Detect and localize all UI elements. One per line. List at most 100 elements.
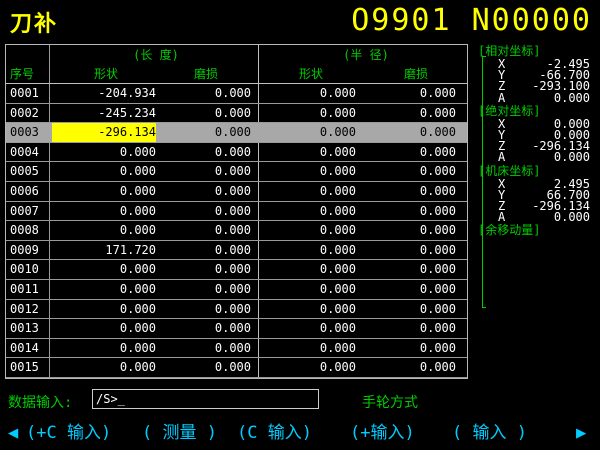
cell-wear-radius[interactable]: 0.000 xyxy=(356,280,456,299)
cell-shape[interactable]: -296.134 xyxy=(52,123,156,143)
cell-wear-radius[interactable]: 0.000 xyxy=(356,221,456,240)
cell-no[interactable]: 0012 xyxy=(6,300,52,319)
cell-wear[interactable]: 0.000 xyxy=(156,300,251,319)
cell-shape-radius[interactable]: 0.000 xyxy=(258,260,356,279)
cell-wear[interactable]: 0.000 xyxy=(156,358,251,377)
cell-shape[interactable]: 0.000 xyxy=(52,319,156,338)
data-input-field[interactable]: /S>_ xyxy=(92,389,319,409)
cell-shape-radius[interactable]: 0.000 xyxy=(258,202,356,221)
cell-shape-radius[interactable]: 0.000 xyxy=(258,123,356,142)
table-row[interactable]: 0010 0.000 0.000 0.000 0.000 xyxy=(6,260,467,279)
softkey-left-arrow[interactable]: ◀ xyxy=(8,420,18,446)
softkey-input[interactable]: ( 输入 ) xyxy=(452,420,527,446)
cell-wear[interactable]: 0.000 xyxy=(156,143,251,162)
softkey-c-input[interactable]: (C 输入) xyxy=(237,420,312,446)
cell-wear-radius[interactable]: 0.000 xyxy=(356,143,456,162)
cell-wear[interactable]: 0.000 xyxy=(156,104,251,123)
cell-shape-radius[interactable]: 0.000 xyxy=(258,300,356,319)
cell-no[interactable]: 0006 xyxy=(6,182,52,201)
cell-shape-radius[interactable]: 0.000 xyxy=(258,104,356,123)
cell-shape[interactable]: 0.000 xyxy=(52,339,156,358)
cell-wear-radius[interactable]: 0.000 xyxy=(356,123,456,142)
cell-shape[interactable]: 0.000 xyxy=(52,182,156,201)
cell-no[interactable]: 0013 xyxy=(6,319,52,338)
table-row[interactable]: 0013 0.000 0.000 0.000 0.000 xyxy=(6,319,467,338)
cell-shape[interactable]: 0.000 xyxy=(52,280,156,299)
cell-shape-radius[interactable]: 0.000 xyxy=(258,221,356,240)
cell-shape[interactable]: 0.000 xyxy=(52,162,156,181)
cell-shape-radius[interactable]: 0.000 xyxy=(258,84,356,103)
cell-no[interactable]: 0002 xyxy=(6,104,52,123)
cell-shape-radius[interactable]: 0.000 xyxy=(258,358,356,377)
cell-no[interactable]: 0008 xyxy=(6,221,52,240)
cell-wear[interactable]: 0.000 xyxy=(156,339,251,358)
cell-no[interactable]: 0004 xyxy=(6,143,52,162)
cell-no[interactable]: 0010 xyxy=(6,260,52,279)
cell-shape[interactable]: 171.720 xyxy=(52,241,156,260)
cell-no[interactable]: 0001 xyxy=(6,84,52,103)
cell-shape-radius[interactable]: 0.000 xyxy=(258,143,356,162)
cell-shape-radius[interactable]: 0.000 xyxy=(258,319,356,338)
softkey-measure[interactable]: ( 测量 ) xyxy=(142,420,217,446)
cell-wear[interactable]: 0.000 xyxy=(156,123,251,142)
cell-wear[interactable]: 0.000 xyxy=(156,241,251,260)
cell-wear-radius[interactable]: 0.000 xyxy=(356,104,456,123)
cell-wear[interactable]: 0.000 xyxy=(156,162,251,181)
table-row[interactable]: 0003 -296.134 0.000 0.000 0.000 xyxy=(6,123,467,143)
table-row[interactable]: 0009 171.720 0.000 0.000 0.000 xyxy=(6,241,467,260)
cell-shape[interactable]: 0.000 xyxy=(52,260,156,279)
cell-shape[interactable]: 0.000 xyxy=(52,300,156,319)
cell-wear[interactable]: 0.000 xyxy=(156,221,251,240)
table-row[interactable]: 0011 0.000 0.000 0.000 0.000 xyxy=(6,280,467,299)
col-header-wear: 磨损 xyxy=(193,67,218,81)
cell-wear[interactable]: 0.000 xyxy=(156,84,251,103)
softkey-plus-c-input[interactable]: (+C 输入) xyxy=(26,420,111,446)
cell-wear-radius[interactable]: 0.000 xyxy=(356,84,456,103)
cell-wear-radius[interactable]: 0.000 xyxy=(356,182,456,201)
cell-shape-radius[interactable]: 0.000 xyxy=(258,339,356,358)
cell-wear[interactable]: 0.000 xyxy=(156,182,251,201)
cell-shape-radius[interactable]: 0.000 xyxy=(258,162,356,181)
softkey-right-arrow[interactable]: ▶ xyxy=(576,420,586,446)
table-row[interactable]: 0014 0.000 0.000 0.000 0.000 xyxy=(6,339,467,358)
cell-shape-radius[interactable]: 0.000 xyxy=(258,241,356,260)
table-row[interactable]: 0001 -204.934 0.000 0.000 0.000 xyxy=(6,84,467,103)
cell-wear[interactable]: 0.000 xyxy=(156,280,251,299)
cell-wear[interactable]: 0.000 xyxy=(156,319,251,338)
cell-wear-radius[interactable]: 0.000 xyxy=(356,202,456,221)
cell-wear-radius[interactable]: 0.000 xyxy=(356,300,456,319)
cell-wear-radius[interactable]: 0.000 xyxy=(356,339,456,358)
cell-wear-radius[interactable]: 0.000 xyxy=(356,241,456,260)
table-row[interactable]: 0012 0.000 0.000 0.000 0.000 xyxy=(6,300,467,319)
cell-no[interactable]: 0015 xyxy=(6,358,52,377)
cell-wear-radius[interactable]: 0.000 xyxy=(356,319,456,338)
softkey-plus-input[interactable]: (+输入) xyxy=(350,420,415,446)
cell-shape-radius[interactable]: 0.000 xyxy=(258,280,356,299)
table-row[interactable]: 0005 0.000 0.000 0.000 0.000 xyxy=(6,162,467,181)
cell-no[interactable]: 0009 xyxy=(6,241,52,260)
table-row[interactable]: 0015 0.000 0.000 0.000 0.000 xyxy=(6,358,467,377)
cell-shape[interactable]: 0.000 xyxy=(52,221,156,240)
table-row[interactable]: 0007 0.000 0.000 0.000 0.000 xyxy=(6,202,467,221)
cell-no[interactable]: 0005 xyxy=(6,162,52,181)
page-title: 刀补 xyxy=(10,11,59,37)
cell-wear-radius[interactable]: 0.000 xyxy=(356,260,456,279)
cell-wear-radius[interactable]: 0.000 xyxy=(356,162,456,181)
cell-no[interactable]: 0003 xyxy=(6,123,52,142)
table-row[interactable]: 0004 0.000 0.000 0.000 0.000 xyxy=(6,143,467,162)
cell-no[interactable]: 0011 xyxy=(6,280,52,299)
cell-shape[interactable]: 0.000 xyxy=(52,202,156,221)
cell-shape[interactable]: -245.234 xyxy=(52,104,156,123)
table-row[interactable]: 0002 -245.234 0.000 0.000 0.000 xyxy=(6,104,467,123)
cell-wear[interactable]: 0.000 xyxy=(156,202,251,221)
cell-wear-radius[interactable]: 0.000 xyxy=(356,358,456,377)
cell-no[interactable]: 0007 xyxy=(6,202,52,221)
cell-no[interactable]: 0014 xyxy=(6,339,52,358)
table-row[interactable]: 0008 0.000 0.000 0.000 0.000 xyxy=(6,221,467,240)
cell-wear[interactable]: 0.000 xyxy=(156,260,251,279)
cell-shape-radius[interactable]: 0.000 xyxy=(258,182,356,201)
cell-shape[interactable]: 0.000 xyxy=(52,143,156,162)
cell-shape[interactable]: 0.000 xyxy=(52,358,156,377)
cell-shape[interactable]: -204.934 xyxy=(52,84,156,103)
table-row[interactable]: 0006 0.000 0.000 0.000 0.000 xyxy=(6,182,467,201)
